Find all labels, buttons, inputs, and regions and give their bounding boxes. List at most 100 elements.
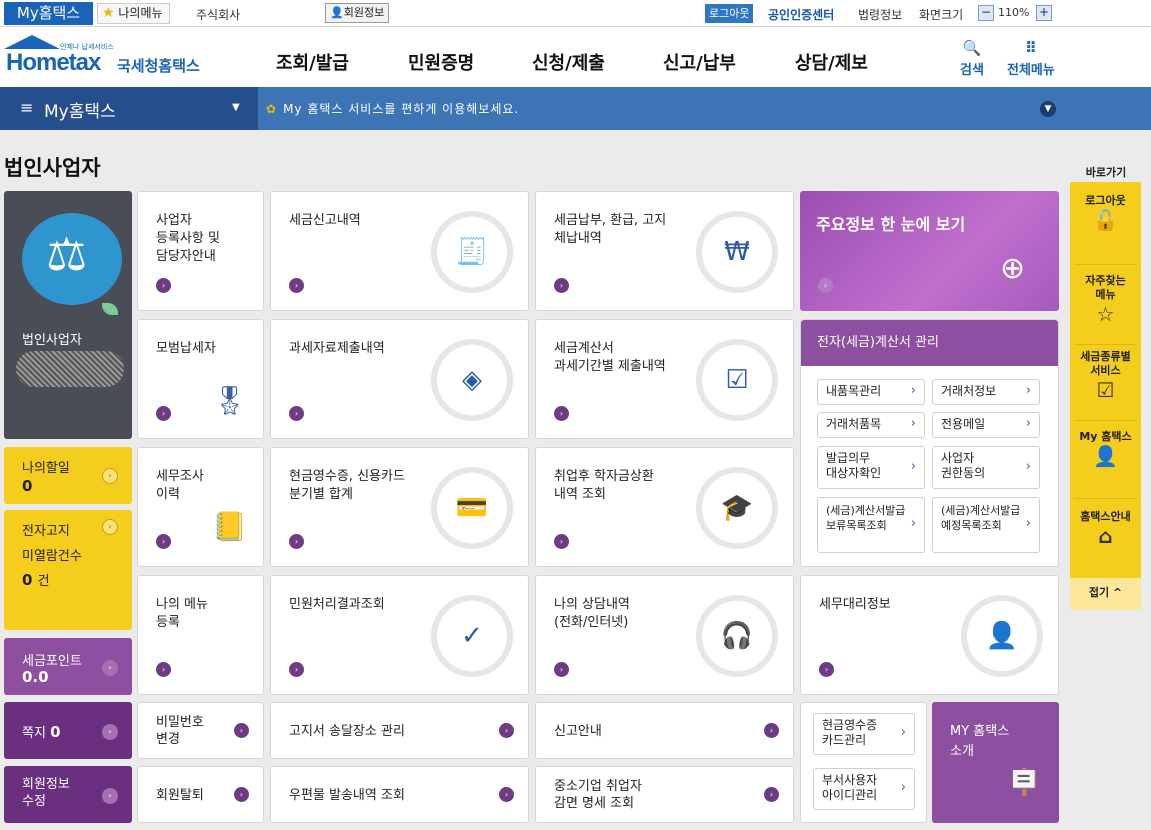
notes-go-icon[interactable]: › <box>102 724 118 740</box>
notice-expand-button[interactable]: ▼ <box>1040 101 1056 117</box>
my-menu-label: 나의메뉴 <box>118 6 163 20</box>
e-invoice-panel: 전자(세금)계산서 관리 내품목관리 › 거래처정보 › 거래처품목 › 전용메일 › … <box>800 319 1059 567</box>
member-edit-go-icon[interactable]: › <box>102 788 118 804</box>
search-button[interactable]: 🔍 검색 <box>960 39 984 78</box>
go-icon[interactable]: › <box>234 722 249 738</box>
ebill-label-2: 미열람건수 <box>22 549 82 564</box>
card-label: 세금신고내역 <box>289 213 361 228</box>
row-sme-reduction[interactable]: 중소기업 취업자 감면 명세 조회 › <box>535 766 794 823</box>
row-mail-history[interactable]: 우편물 발송내역 조회 › <box>270 766 529 823</box>
go-icon[interactable]: › <box>289 406 304 421</box>
member-edit-box[interactable]: 회원정보 수정 › <box>4 766 132 823</box>
logout-button[interactable]: 로그아웃 <box>705 4 754 23</box>
go-icon[interactable]: › <box>156 662 171 677</box>
my-hometax-selector[interactable]: ≡ My홈택스 ▼ <box>0 87 258 130</box>
zoom-out-button[interactable]: − <box>978 5 994 21</box>
cash-receipt-card-button[interactable]: 현금영수증 카드관리 › <box>813 713 915 755</box>
nav-consult[interactable]: 상담/제보 <box>795 49 868 75</box>
card-consult-history[interactable]: 나의 상담내역 (전화/인터넷) 🎧 › <box>535 575 794 695</box>
go-icon[interactable]: › <box>819 662 834 677</box>
card-tax-return-history[interactable]: 세금신고내역 🧾 › <box>270 191 529 311</box>
go-icon[interactable]: › <box>499 722 514 738</box>
nav-certificate[interactable]: 민원증명 <box>408 49 474 75</box>
todo-box[interactable]: 나의할일 0 › <box>4 447 132 504</box>
go-icon[interactable]: › <box>818 278 833 293</box>
card-business-registration[interactable]: 사업자 등록사항 및 담당자안내 › <box>137 191 264 311</box>
go-icon[interactable]: › <box>289 534 304 549</box>
go-icon[interactable]: › <box>289 662 304 677</box>
row-report-guide[interactable]: 신고안내 › <box>535 702 794 759</box>
quick-collapse-button[interactable]: 접기 ^ <box>1070 578 1141 610</box>
einv-partner-items[interactable]: 거래처품목 › <box>817 412 925 438</box>
go-icon[interactable]: › <box>289 278 304 293</box>
quick-logout[interactable]: 로그아웃 🔓 <box>1070 194 1141 230</box>
all-menu-button[interactable]: ⠿ 전체메뉴 <box>1007 39 1055 78</box>
row-withdraw[interactable]: 회원탈퇴 › <box>137 766 264 823</box>
law-info-link[interactable]: 법령정보 <box>858 6 902 23</box>
go-icon[interactable]: › <box>156 278 171 293</box>
go-icon[interactable]: › <box>156 534 171 549</box>
ebill-go-icon[interactable]: › <box>102 519 118 535</box>
go-icon[interactable]: › <box>234 786 249 802</box>
member-info-button[interactable]: 👤회원정보 <box>325 3 390 23</box>
card-invoice-submission[interactable]: 세금계산서 과세기간별 제출내역 ☑ › <box>535 319 794 439</box>
einv-authority-consent[interactable]: 사업자 권한동의 › <box>932 446 1040 489</box>
zoom-in-button[interactable]: + <box>1036 5 1052 21</box>
card-label: 현금영수증, 신용카드 분기별 합계 <box>289 469 405 502</box>
einv-pending-list[interactable]: (세금)계산서발급 보류목록조회 › <box>817 497 925 553</box>
go-icon[interactable]: › <box>554 534 569 549</box>
quick-tax-services[interactable]: 세금종류별 서비스 ☑ <box>1070 350 1141 400</box>
my-hometax-intro[interactable]: MY 홈택스 소개 🪧 <box>932 702 1059 823</box>
einv-partner-info[interactable]: 거래처정보 › <box>932 379 1040 405</box>
points-box[interactable]: 세금포인트 0.0 › <box>4 638 132 695</box>
hometax-logo[interactable]: 언제나 납세서비스 Hometax 국세청홈택스 <box>4 33 204 81</box>
nav-inquiry[interactable]: 조회/발급 <box>276 49 349 75</box>
quick-hometax-guide[interactable]: 홈택스안내 ⌂ <box>1070 510 1141 546</box>
notes-box[interactable]: 쪽지 0 › <box>4 702 132 759</box>
quick-favorite-menu[interactable]: 자주찾는 메뉴 ☆ <box>1070 274 1141 324</box>
person-icon: 👤 <box>1093 444 1118 468</box>
headset-icon: 🎧 <box>696 595 778 677</box>
nav-report-payment[interactable]: 신고/납부 <box>663 49 736 75</box>
graduation-cap-icon: 🎓 <box>696 467 778 549</box>
quick-my-hometax[interactable]: My 홈택스 👤 <box>1070 430 1141 468</box>
card-tax-audit-history[interactable]: 세무조사 이력 📒 › <box>137 447 264 567</box>
go-icon[interactable]: › <box>554 278 569 293</box>
row-notice-address[interactable]: 고지서 송달장소 관리 › <box>270 702 529 759</box>
won-coin-icon: ₩ <box>696 211 778 293</box>
dept-user-id-button[interactable]: 부서사용자 아이디관리 › <box>813 768 915 810</box>
go-icon[interactable]: › <box>156 406 171 421</box>
card-cash-receipt-totals[interactable]: 현금영수증, 신용카드 분기별 합계 💳 › <box>270 447 529 567</box>
card-label: 나의 상담내역 (전화/인터넷) <box>554 597 630 630</box>
points-go-icon[interactable]: › <box>102 660 118 676</box>
overview-card[interactable]: 주요정보 한 눈에 보기 ⊕ › <box>800 191 1059 311</box>
go-icon[interactable]: › <box>554 662 569 677</box>
row-password-change[interactable]: 비밀번호 변경 › <box>137 702 264 759</box>
card-tax-data-submission[interactable]: 과세자료제출내역 ◈ › <box>270 319 529 439</box>
my-hometax-tab[interactable]: My홈택스 <box>4 2 93 25</box>
btn-label: 현금영수증 카드관리 <box>822 718 878 747</box>
einv-scheduled-list[interactable]: (세금)계산서발급 예정목록조회 › <box>932 497 1040 553</box>
einv-btn-label: 전용메일 <box>941 417 986 431</box>
card-student-loan[interactable]: 취업후 학자금상환 내역 조회 🎓 › <box>535 447 794 567</box>
go-icon[interactable]: › <box>764 722 779 738</box>
card-civil-result[interactable]: 민원처리결과조회 ✓ › <box>270 575 529 695</box>
einv-item-management[interactable]: 내품목관리 › <box>817 379 925 405</box>
einv-issuance-check[interactable]: 발급의무 대상자확인 › <box>817 446 925 489</box>
go-icon[interactable]: › <box>764 786 779 802</box>
card-my-menu-register[interactable]: 나의 메뉴 등록 › <box>137 575 264 695</box>
einv-dedicated-mail[interactable]: 전용메일 › <box>932 412 1040 438</box>
nav-application[interactable]: 신청/제출 <box>532 49 605 75</box>
ebill-box[interactable]: 전자고지 미열람건수 0 건 › <box>4 510 132 630</box>
card-model-taxpayer[interactable]: 모범납세자 🎖 › <box>137 319 264 439</box>
go-icon[interactable]: › <box>499 786 514 802</box>
card-label: 세금납부, 환급, 고지 체납내역 <box>554 213 667 246</box>
my-menu-button[interactable]: ★ 나의메뉴 <box>97 3 170 24</box>
card-tax-payment[interactable]: 세금납부, 환급, 고지 체납내역 ₩ › <box>535 191 794 311</box>
go-icon[interactable]: › <box>554 406 569 421</box>
einv-btn-label: 거래처품목 <box>826 417 882 431</box>
cert-center-link[interactable]: 공인인증센터 <box>768 6 834 23</box>
todo-go-icon[interactable]: › <box>102 468 118 484</box>
house-roof-icon <box>4 35 60 49</box>
card-tax-agent-info[interactable]: 세무대리정보 👤 › <box>800 575 1059 695</box>
